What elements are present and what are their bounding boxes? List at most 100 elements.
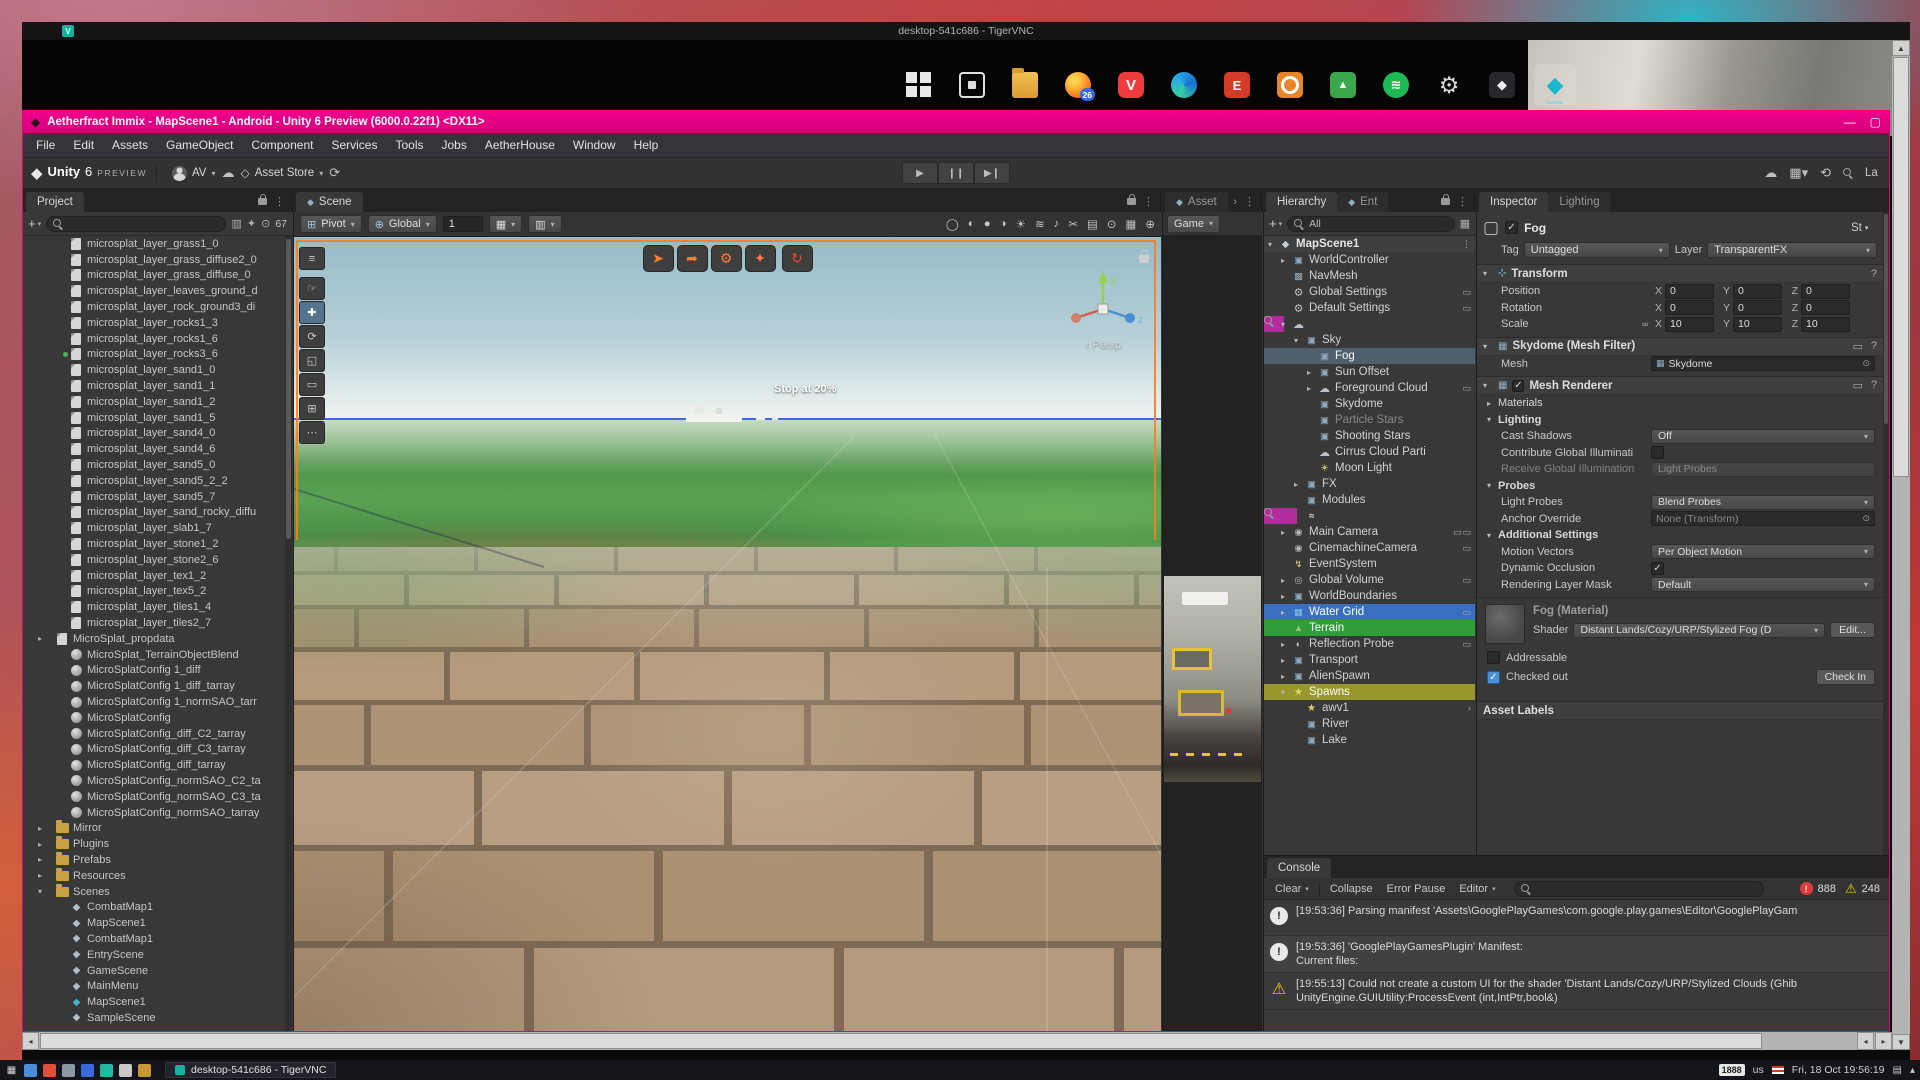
taskbar-app-icon[interactable] [1269,64,1311,106]
project-item[interactable]: MicroSplatConfig_normSAO_tarray [23,805,285,821]
console-search-input[interactable] [1514,881,1764,897]
menu-item[interactable]: GameObject [157,133,242,158]
lock-icon[interactable] [258,198,267,205]
z-value-field[interactable]: 0 [1801,284,1850,299]
transform-tool-button[interactable]: ▭ [299,373,325,396]
foldout-arrow-icon[interactable]: ▸ [1281,256,1292,265]
scroll-left-arrow[interactable]: ◂ [1857,1032,1874,1050]
taskbar-app-icon[interactable]: ▦ [5,1064,18,1077]
foldout-arrow-icon[interactable]: ▸ [1294,480,1305,489]
project-item[interactable]: microsplat_layer_grass_diffuse_0 [23,268,285,284]
project-item[interactable]: MapScene1 [23,994,285,1010]
hierarchy-item[interactable]: Cirrus Cloud Parti [1264,444,1475,460]
error-pause-button[interactable]: Error Pause [1381,881,1452,897]
project-item[interactable]: microsplat_layer_stone1_2 [23,536,285,552]
hierarchy-item[interactable]: River [1264,716,1475,732]
scene-toggle-icon[interactable]: ⊙ [1107,217,1117,231]
transform-tool-button[interactable]: ☞ [299,277,325,300]
scale-link-icon[interactable]: ∞ [1639,319,1651,329]
project-item[interactable]: microsplat_layer_slab1_7 [23,520,285,536]
project-item[interactable]: ▸ Mirror [23,820,285,836]
scene-toggle-icon[interactable]: ▦ [1125,217,1136,231]
project-item[interactable]: MicroSplatConfig_normSAO_C2_ta [23,773,285,789]
tray-indicator[interactable]: 1888 [1719,1064,1745,1076]
mesh-object-field[interactable]: ▦ Skydome ⊙ [1651,356,1875,371]
project-item[interactable]: ▸ Resources [23,868,285,884]
foldout-arrow-icon[interactable]: ▸ [38,855,49,864]
hierarchy-item[interactable]: ▸ Global Volume ▭ [1264,572,1475,588]
active-checkbox[interactable] [1505,221,1518,234]
project-item[interactable]: ▸ Plugins [23,836,285,852]
help-icon[interactable]: ? [1871,340,1877,353]
shader-dropdown[interactable]: Distant Lands/Cozy/URP/Stylized Fog (D▾ [1573,623,1825,638]
hierarchy-item[interactable]: Modules [1264,492,1475,508]
project-item[interactable]: microsplat_layer_sand1_5 [23,410,285,426]
search-by-type-icon[interactable]: ▥ [231,217,241,230]
object-name-field[interactable]: Fog [1524,221,1845,235]
search-by-label-icon[interactable]: ✦ [247,217,256,230]
scene-toggle-icon[interactable]: ☀ [1016,217,1026,231]
project-item[interactable]: ▸ Prefabs [23,852,285,868]
project-item[interactable]: microsplat_layer_sand1_0 [23,362,285,378]
scene-toggle-icon[interactable]: ◯ [946,217,959,231]
y-value-field[interactable]: 0 [1733,284,1782,299]
project-item[interactable]: microsplat_layer_sand5_0 [23,457,285,473]
add-asset-button[interactable]: +▾ [28,216,41,231]
handle-space-dropdown[interactable]: ⊕Global▾ [368,215,437,233]
row-right-icons[interactable]: › [1464,703,1472,713]
additional-settings-foldout[interactable]: ▾Additional Settings [1477,527,1883,544]
visibility-icon[interactable]: ⊙ [261,217,270,230]
project-item[interactable]: CombatMap1 [23,931,285,947]
hierarchy-item[interactable]: ▸ Water Grid ▭ [1264,604,1475,620]
project-item[interactable]: MapScene1 [23,915,285,931]
row-right-icons[interactable]: ▭ [1458,575,1472,586]
game-display-dropdown[interactable]: Game▾ [1167,215,1220,233]
vnc-titlebar[interactable]: V desktop-541c686 - TigerVNC [22,22,1910,40]
hierarchy-item[interactable]: Moon Light [1264,460,1475,476]
scene-visibility-icon[interactable]: ▦ [1460,217,1470,230]
projection-label[interactable]: ‹ Persp [1086,339,1121,351]
panel-menu-icon[interactable]: ⋮ [1244,195,1255,208]
taskbar-app-icon[interactable] [81,1064,94,1077]
project-item[interactable]: microsplat_layer_grass1_0 [23,236,285,252]
project-item[interactable]: ▾ Scenes [23,884,285,900]
taskbar-app-icon[interactable] [1004,64,1046,106]
y-value-field[interactable]: 0 [1733,300,1782,315]
taskbar-app-icon[interactable]: E [1216,64,1258,106]
x-value-field[interactable]: 0 [1665,284,1714,299]
z-value-field[interactable]: 10 [1801,317,1850,332]
menu-item[interactable]: Component [242,133,322,158]
menu-item[interactable]: Edit [64,133,103,158]
pivot-dropdown[interactable]: ⊞Pivot▾ [300,215,362,233]
taskbar-app-icon[interactable] [119,1064,132,1077]
row-right-icons[interactable]: ▭ [1458,543,1472,554]
step-button[interactable]: ▶❙ [974,162,1010,184]
hierarchy-item[interactable]: NavMesh [1264,268,1475,284]
hierarchy-item[interactable]: ▾ Spawns [1264,684,1475,700]
panel-menu-icon[interactable]: ⋮ [1143,195,1154,208]
project-item[interactable]: microsplat_layer_stone2_6 [23,552,285,568]
hierarchy-item[interactable]: ▸ AlienSpawn [1264,668,1475,684]
project-scrollbar[interactable] [285,236,292,1031]
menu-item[interactable]: File [27,133,64,158]
hierarchy-item[interactable]: awv1 › [1264,700,1475,716]
project-item[interactable]: MicroSplatConfig 1_diff_tarray [23,678,285,694]
menu-item[interactable]: Services [322,133,386,158]
taskbar-app-icon[interactable]: ◆ [1534,64,1576,106]
restore-button[interactable]: ▢ [1870,115,1881,129]
project-item[interactable]: MicroSplat_TerrainObjectBlend [23,647,285,663]
edit-shader-button[interactable]: Edit... [1830,622,1875,638]
project-item[interactable]: SampleScene [23,1010,285,1026]
project-item[interactable]: MicroSplatConfig_normSAO_C3_ta [23,789,285,805]
tab-entities[interactable]: ◆Ent [1337,192,1388,212]
project-item[interactable]: MicroSplatConfig_diff_C2_tarray [23,726,285,742]
clock[interactable]: Fri, 18 Oct 19:56:19 [1792,1064,1885,1076]
motion-vectors-dropdown[interactable]: Per Object Motion▾ [1651,544,1875,559]
hierarchy-item[interactable]: ▸ Main Camera ▭▭ [1264,524,1475,540]
scene-toggle-icon[interactable]: ▤ [1087,217,1098,231]
row-right-icons[interactable]: ▭▭ [1449,527,1472,538]
project-item[interactable]: microsplat_layer_rocks1_3 [23,315,285,331]
project-item[interactable]: microsplat_layer_rocks3_6 [23,347,285,363]
cloud-icon[interactable]: ☁ [222,165,235,181]
contribute-gi-checkbox[interactable] [1651,446,1664,459]
